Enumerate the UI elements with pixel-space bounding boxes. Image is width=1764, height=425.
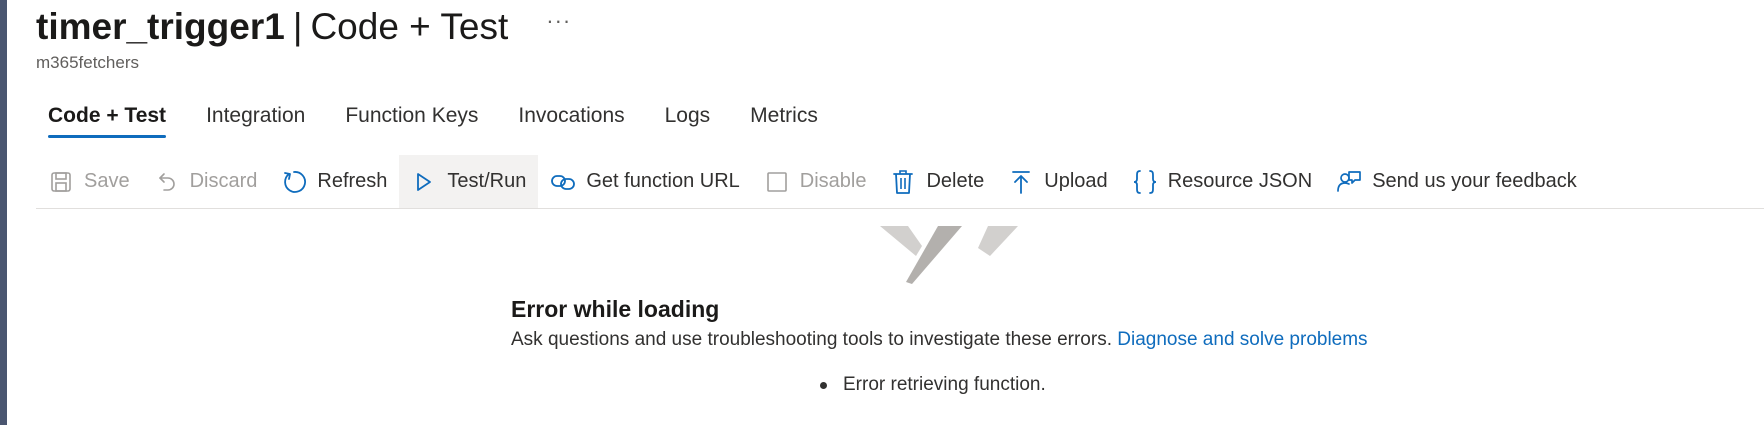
page-title: timer_trigger1 | Code + Test ···	[36, 6, 571, 48]
resource-json-button[interactable]: Resource JSON	[1120, 155, 1325, 208]
tab-invocations[interactable]: Invocations	[518, 104, 624, 138]
disable-button[interactable]: Disable	[752, 155, 879, 208]
title-separator: |	[292, 6, 303, 47]
error-title: Error while loading	[511, 296, 720, 322]
get-function-url-button[interactable]: Get function URL	[538, 155, 751, 208]
feedback-icon	[1336, 169, 1362, 195]
braces-icon	[1132, 169, 1158, 195]
link-icon	[550, 169, 576, 195]
error-description-text: Ask questions and use troubleshooting to…	[511, 329, 1112, 350]
undo-icon	[154, 169, 180, 195]
error-item: Error retrieving function.	[843, 374, 1046, 395]
more-options-button[interactable]: ···	[546, 8, 571, 34]
disable-label: Disable	[799, 170, 867, 192]
discard-label: Discard	[189, 170, 258, 192]
upload-button[interactable]: Upload	[996, 155, 1119, 208]
tab-integration[interactable]: Integration	[206, 104, 305, 138]
refresh-button[interactable]: Refresh	[269, 155, 399, 208]
page-name: Code + Test	[310, 6, 509, 47]
function-app-name: m365fetchers	[36, 53, 139, 72]
test-run-button[interactable]: Test/Run	[399, 155, 539, 208]
left-rail	[0, 0, 7, 425]
toolbar-divider	[36, 208, 1764, 209]
save-icon	[48, 169, 74, 195]
bullet	[820, 381, 827, 389]
test-run-label: Test/Run	[447, 170, 527, 192]
save-button[interactable]: Save	[36, 155, 142, 208]
tab-function-keys[interactable]: Function Keys	[345, 104, 478, 138]
tab-code-test[interactable]: Code + Test	[48, 104, 167, 138]
tab-bar: Code + Test Integration Function Keys In…	[48, 104, 858, 138]
get-function-url-label: Get function URL	[586, 170, 740, 192]
diagnose-and-solve-link[interactable]: Diagnose and solve problems	[1117, 329, 1367, 350]
send-feedback-button[interactable]: Send us your feedback	[1324, 155, 1589, 208]
checkbox-icon	[764, 169, 790, 195]
save-label: Save	[84, 170, 130, 192]
discard-button[interactable]: Discard	[142, 155, 270, 208]
send-feedback-label: Send us your feedback	[1372, 170, 1577, 192]
upload-icon	[1008, 169, 1034, 195]
function-name: timer_trigger1	[36, 6, 285, 47]
delete-button[interactable]: Delete	[878, 155, 996, 208]
play-icon	[411, 169, 437, 195]
tab-metrics[interactable]: Metrics	[750, 104, 818, 138]
command-bar: Save Discard Refresh Test/Run Get functi…	[36, 155, 1589, 208]
refresh-icon	[281, 169, 307, 195]
error-illustration-icon	[876, 224, 1020, 291]
trash-icon	[890, 169, 916, 195]
upload-label: Upload	[1044, 170, 1108, 192]
error-description: Ask questions and use troubleshooting to…	[511, 329, 1368, 351]
delete-label: Delete	[926, 170, 985, 192]
resource-json-label: Resource JSON	[1167, 170, 1313, 192]
tab-logs[interactable]: Logs	[665, 104, 711, 138]
error-list: Error retrieving function.	[820, 374, 1046, 396]
refresh-label: Refresh	[317, 170, 388, 192]
